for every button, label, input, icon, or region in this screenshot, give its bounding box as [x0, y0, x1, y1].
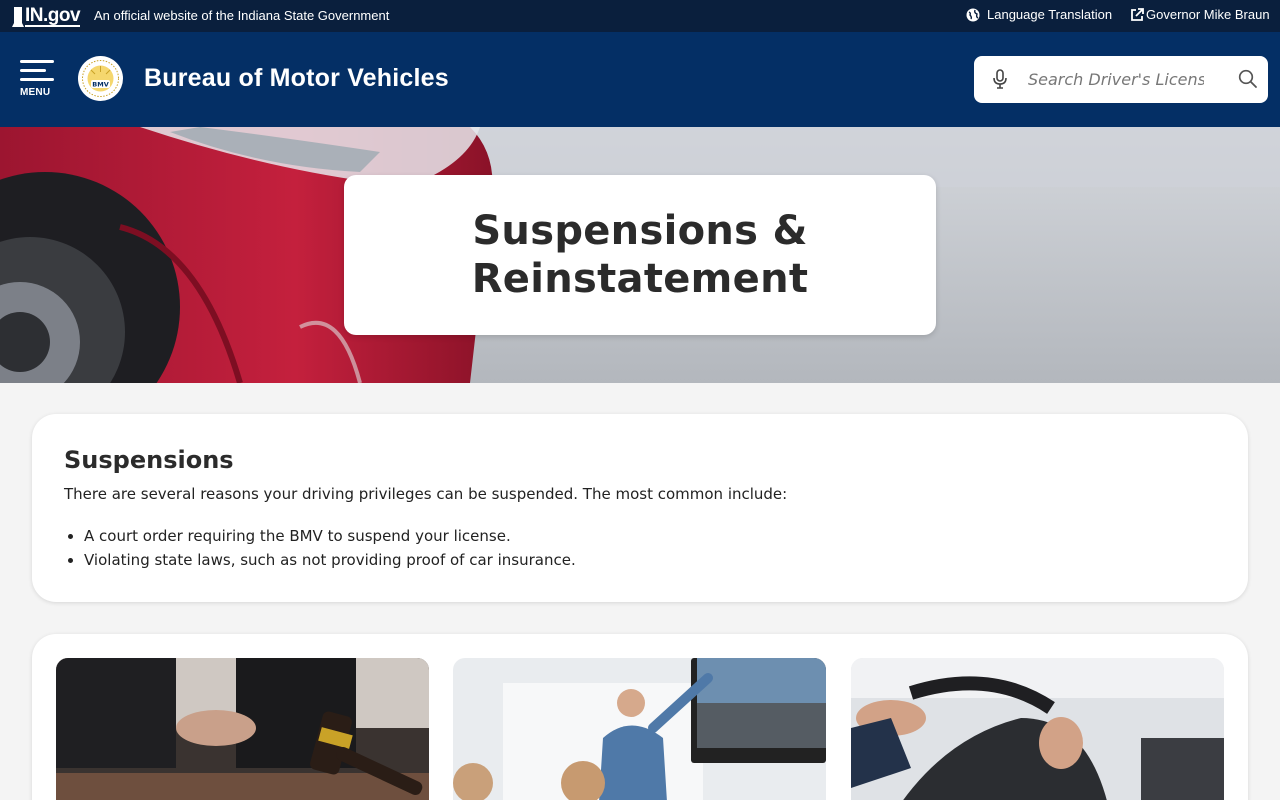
globe-icon [966, 8, 980, 21]
governor-link[interactable]: Governor Mike Braun [1130, 7, 1270, 22]
official-website-text: An official website of the Indiana State… [94, 8, 390, 23]
card-court-gavel[interactable] [56, 658, 429, 800]
suspensions-section: Suspensions There are several reasons yo… [32, 414, 1248, 602]
gov-top-bar: IN.gov An official website of the Indian… [0, 0, 1280, 32]
indiana-state-icon [12, 7, 24, 27]
suspension-reasons-list: A court order requiring the BMV to suspe… [84, 524, 576, 572]
gavel-handshake-image [56, 658, 429, 800]
list-item: A court order requiring the BMV to suspe… [84, 524, 576, 548]
search-box [974, 56, 1268, 103]
search-icon[interactable] [1238, 69, 1258, 89]
external-link-icon [1131, 7, 1144, 21]
hero-title-card: Suspensions & Reinstatement [344, 175, 936, 335]
seal-text: BMV [92, 81, 108, 89]
menu-icon [20, 60, 54, 63]
suspensions-heading: Suspensions [64, 446, 234, 474]
microphone-icon[interactable] [992, 69, 1008, 89]
menu-label: MENU [20, 87, 51, 98]
suspensions-intro: There are several reasons your driving p… [64, 485, 788, 503]
list-item: Violating state laws, such as not provid… [84, 548, 576, 572]
site-title[interactable]: Bureau of Motor Vehicles [144, 64, 449, 93]
in-gov-logo[interactable]: IN.gov [12, 5, 81, 27]
in-gov-logo-text: IN.gov [25, 5, 81, 27]
driving-class-image [453, 658, 826, 800]
page-title: Suspensions & Reinstatement [471, 208, 809, 302]
search-input[interactable] [1028, 68, 1204, 90]
governor-label: Governor Mike Braun [1146, 7, 1270, 22]
steering-wheel-image [851, 658, 1224, 800]
topic-cards-section [32, 634, 1248, 800]
hero-banner: Suspensions & Reinstatement [0, 127, 1280, 383]
language-translation-link[interactable]: Language Translation [966, 7, 1112, 22]
menu-button[interactable]: MENU [20, 60, 54, 98]
bmv-seal-logo[interactable]: BMV [78, 56, 123, 101]
card-driving[interactable] [851, 658, 1224, 800]
site-header: MENU BMV Bureau of Motor Vehicles [0, 32, 1280, 127]
language-translation-label: Language Translation [987, 7, 1113, 22]
card-driver-education[interactable] [453, 658, 826, 800]
